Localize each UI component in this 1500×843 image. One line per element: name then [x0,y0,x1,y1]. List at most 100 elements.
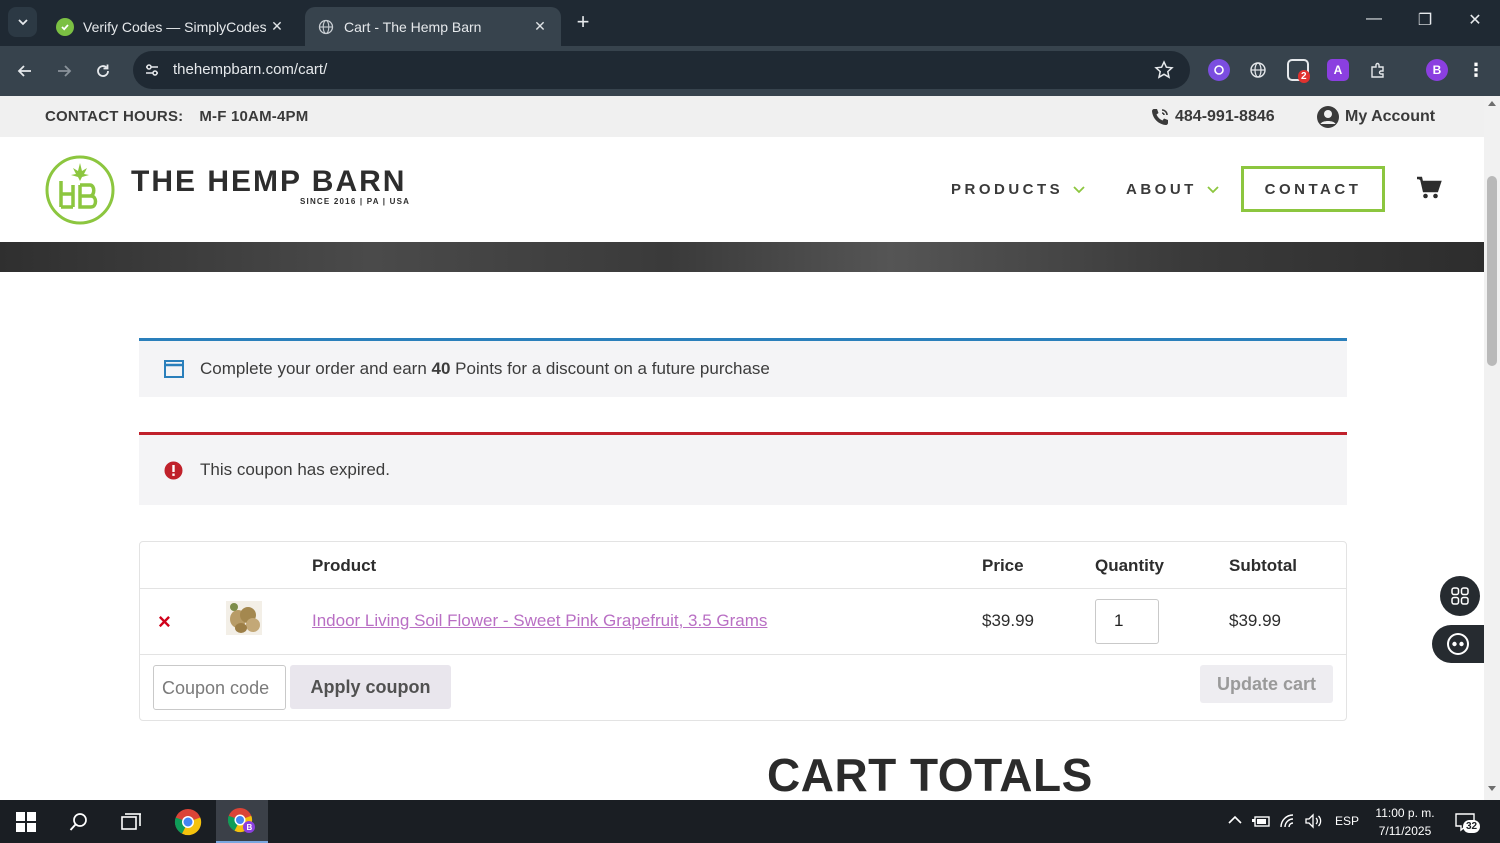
url-text[interactable]: thehempbarn.com/cart/ [173,61,327,78]
header-price: Price [982,556,1024,575]
page-scrollbar[interactable] [1484,96,1500,800]
search-icon[interactable] [53,800,105,843]
extension-badge-count: 2 [1298,70,1310,83]
nav-products[interactable]: PRODUCTS [951,181,1085,198]
extension-swirl-icon[interactable] [1208,59,1230,81]
apply-coupon-button[interactable]: Apply coupon [290,665,451,709]
header-subtotal: Subtotal [1229,556,1297,575]
my-account-label: My Account [1345,108,1436,125]
battery-icon[interactable] [1251,813,1271,832]
clock-date: 7/11/2025 [1378,824,1432,838]
contact-hours-bar: CONTACT HOURS: M-F 10AM-4PM 484-991-8846 … [0,96,1484,137]
nav-products-label: PRODUCTS [951,181,1064,198]
cart-table: Product Price Quantity Subtotal × Indoor… [139,541,1347,721]
my-account-link[interactable]: My Account [1316,105,1435,129]
tab-hempbarn-cart[interactable]: Cart - The Hemp Barn ✕ [305,7,561,46]
site-info-icon[interactable] [144,62,160,83]
input-language-indicator[interactable]: ESP [1335,814,1359,828]
nav-contact-label: CONTACT [1264,180,1362,198]
tab-search-button[interactable] [8,7,37,37]
remove-item-button[interactable]: × [158,609,171,635]
chat-assistant-button[interactable] [1432,625,1484,663]
points-info-text: Complete your order and earn 40 Points f… [200,359,770,379]
volume-icon[interactable] [1304,813,1324,832]
close-tab-icon[interactable]: ✕ [268,18,286,35]
contact-hours: CONTACT HOURS: M-F 10AM-4PM [45,108,308,125]
browser-toolbar: thehempbarn.com/cart/ 2 A B ⋮ [0,46,1500,96]
system-clock[interactable]: 11:00 p. m. 7/11/2025 [1372,804,1438,840]
error-alert-icon [164,461,183,480]
brand-tagline: SINCE 2016 | PA | USA [300,197,411,206]
address-bar[interactable]: thehempbarn.com/cart/ [133,51,1190,89]
hours-label: CONTACT HOURS: [45,108,184,125]
extension-badge-icon[interactable]: 2 [1287,59,1310,83]
profile-avatar[interactable]: B [1426,59,1448,81]
kebab-menu-icon[interactable]: ⋮ [1465,59,1487,81]
chrome-profile-b-icon[interactable]: B [216,800,268,843]
brand-name: THE HEMP BARN [131,165,407,198]
product-price: $39.99 [982,611,1034,630]
product-thumbnail[interactable] [226,601,262,635]
cart-totals-heading: CART TOTALS [767,749,1093,800]
hemp-barn-logo[interactable] [45,155,115,230]
quantity-input[interactable]: 1 [1095,599,1159,644]
product-name-link[interactable]: Indoor Living Soil Flower - Sweet Pink G… [312,611,767,631]
nav-about[interactable]: ABOUT [1126,181,1219,198]
close-window-icon[interactable]: ✕ [1463,10,1487,30]
hemp-leaf-logo-icon [45,155,115,225]
simplycodes-favicon-icon [56,17,74,36]
globe-icon [317,18,335,36]
show-hidden-icons-chevron-icon[interactable] [1228,814,1242,828]
restore-icon[interactable]: ❐ [1413,10,1437,30]
scrollbar-thumb[interactable] [1487,176,1497,366]
nav-contact-button[interactable]: CONTACT [1241,166,1385,212]
windows-start-icon[interactable] [0,800,52,843]
close-tab-icon[interactable]: ✕ [531,18,549,35]
notification-center-icon[interactable]: 32 [1454,812,1481,835]
product-subtotal: $39.99 [1229,611,1281,630]
clock-time: 11:00 p. m. [1375,806,1435,820]
reload-icon[interactable] [90,58,116,84]
tab-title: Verify Codes — SimplyCodes [83,18,267,35]
bookmark-star-icon[interactable] [1154,60,1174,85]
minimize-icon[interactable]: — [1362,10,1386,28]
chevron-down-icon [1207,185,1219,193]
points-info-prefix: Complete your order and earn [200,359,432,378]
phone-icon [1152,109,1168,125]
task-view-icon[interactable] [106,800,158,843]
scroll-down-arrow-icon[interactable] [1488,786,1496,791]
extension-globe-icon[interactable] [1247,59,1269,81]
header-quantity: Quantity [1095,556,1164,575]
chevron-down-icon [17,19,28,26]
chrome-icon[interactable] [162,800,214,843]
shopping-cart-icon[interactable] [1416,176,1442,205]
new-tab-icon[interactable]: + [572,11,594,33]
update-cart-button[interactable]: Update cart [1200,665,1333,703]
phone-link[interactable]: 484-991-8846 [1150,107,1275,127]
coupon-error-notice: This coupon has expired. [139,432,1347,505]
svg-text:B: B [247,823,253,832]
forward-icon[interactable] [51,58,77,84]
apps-grid-button[interactable] [1440,576,1480,616]
table-row: × Indoor Living Soil Flower - Sweet Pink… [140,589,1346,655]
extension-a-label: A [1333,63,1343,77]
web-page: CONTACT HOURS: M-F 10AM-4PM 484-991-8846 … [0,96,1484,800]
browser-tab-bar: Verify Codes — SimplyCodes ✕ Cart - The … [0,0,1500,46]
extension-a-icon[interactable]: A [1327,59,1349,81]
extensions-puzzle-icon[interactable] [1367,59,1389,81]
site-header: THE HEMP BARN SINCE 2016 | PA | USA PROD… [0,137,1484,242]
notification-count: 32 [1463,820,1481,833]
hours-value: M-F 10AM-4PM [199,108,309,125]
scroll-up-arrow-icon[interactable] [1488,101,1496,106]
wifi-icon[interactable] [1279,813,1299,832]
back-icon[interactable] [12,58,38,84]
coupon-code-input[interactable]: Coupon code [153,665,286,710]
points-info-suffix: Points for a discount on a future purcha… [450,359,770,378]
page-banner-image [0,242,1484,272]
tab-simplycodes[interactable]: Verify Codes — SimplyCodes ✕ [44,7,298,46]
user-account-icon [1317,106,1339,128]
phone-number: 484-991-8846 [1175,108,1275,125]
chevron-down-icon [1073,185,1085,193]
browser-window-icon [164,360,184,378]
grid-icon [1451,587,1469,605]
